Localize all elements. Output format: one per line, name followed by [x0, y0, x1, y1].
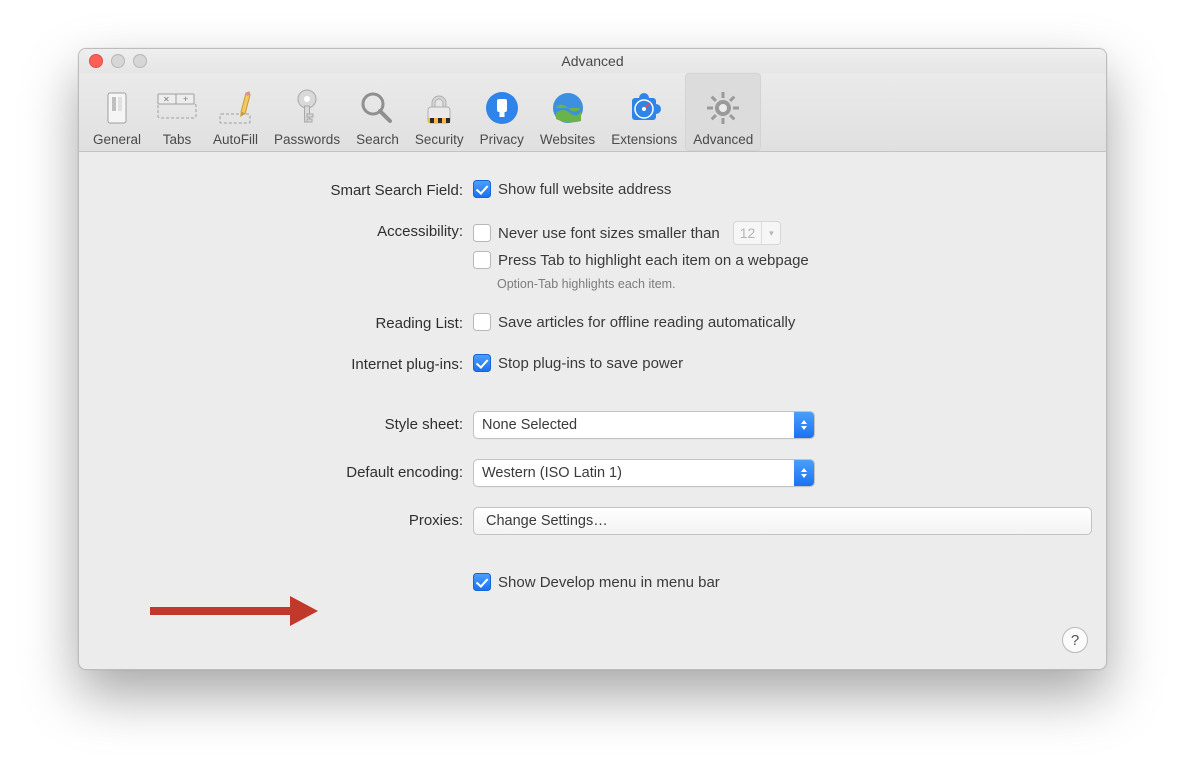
show-full-url-checkbox[interactable]: Show full website address: [473, 180, 1092, 198]
tab-privacy[interactable]: Privacy: [472, 73, 532, 151]
tab-security[interactable]: Security: [407, 73, 472, 151]
reading-list-label: Reading List:: [93, 313, 473, 332]
updown-arrows-icon: [794, 412, 814, 438]
svg-text:✕: ✕: [163, 95, 170, 104]
titlebar: Advanced: [79, 49, 1106, 73]
extensions-icon: [626, 88, 662, 128]
tabs-icon: ✕+: [157, 88, 197, 128]
svg-text:+: +: [183, 94, 188, 104]
chevron-down-icon: ▾: [761, 222, 780, 244]
privacy-icon: [485, 88, 519, 128]
checkbox-label: Show Develop menu in menu bar: [498, 574, 720, 591]
encoding-label: Default encoding:: [93, 459, 473, 481]
tab-label: Passwords: [274, 132, 340, 147]
help-icon: ?: [1071, 632, 1079, 649]
security-icon: [424, 88, 454, 128]
encoding-popup[interactable]: Western (ISO Latin 1): [473, 459, 815, 487]
press-tab-checkbox[interactable]: Press Tab to highlight each item on a we…: [473, 251, 1092, 269]
tab-extensions[interactable]: Extensions: [603, 73, 685, 151]
checkbox-label: Save articles for offline reading automa…: [498, 314, 795, 331]
stop-plugins-checkbox[interactable]: Stop plug-ins to save power: [473, 354, 1092, 372]
tab-tabs[interactable]: ✕+ Tabs: [149, 73, 205, 151]
proxies-label: Proxies:: [93, 507, 473, 529]
checkbox-label: Show full website address: [498, 181, 671, 198]
tab-search[interactable]: Search: [348, 73, 407, 151]
plugins-label: Internet plug-ins:: [93, 354, 473, 373]
tab-label: Security: [415, 132, 464, 147]
tab-general[interactable]: General: [85, 73, 149, 151]
save-offline-checkbox[interactable]: Save articles for offline reading automa…: [473, 313, 1092, 331]
checkbox-icon: [473, 573, 491, 591]
tab-label: Tabs: [163, 132, 192, 147]
popup-value: Western (ISO Latin 1): [474, 460, 794, 486]
preferences-toolbar: General ✕+ Tabs AutoFill Passwords Searc…: [79, 73, 1106, 152]
checkbox-label: Never use font sizes smaller than: [498, 225, 720, 242]
search-icon: [359, 88, 395, 128]
preferences-window: Advanced General ✕+ Tabs AutoFill Passwo…: [78, 48, 1107, 670]
checkbox-icon: [473, 251, 491, 269]
tab-advanced[interactable]: Advanced: [685, 73, 761, 151]
tab-label: Search: [356, 132, 399, 147]
smart-search-label: Smart Search Field:: [93, 180, 473, 199]
general-icon: [103, 88, 131, 128]
tab-label: AutoFill: [213, 132, 258, 147]
passwords-icon: [294, 88, 320, 128]
tab-autofill[interactable]: AutoFill: [205, 73, 266, 151]
button-label: Change Settings…: [486, 513, 608, 529]
tab-label: Websites: [540, 132, 595, 147]
tab-passwords[interactable]: Passwords: [266, 73, 348, 151]
stylesheet-label: Style sheet:: [93, 411, 473, 433]
window-title: Advanced: [79, 53, 1106, 69]
content-area: Smart Search Field: Show full website ad…: [79, 152, 1106, 669]
tab-label: Privacy: [480, 132, 524, 147]
accessibility-label: Accessibility:: [93, 221, 473, 240]
min-font-size-stepper[interactable]: 12 ▾: [733, 221, 782, 245]
checkbox-icon: [473, 180, 491, 198]
checkbox-icon: [473, 224, 491, 242]
advanced-icon: [705, 88, 741, 128]
help-button[interactable]: ?: [1062, 627, 1088, 653]
change-settings-button[interactable]: Change Settings…: [473, 507, 1092, 535]
checkbox-label: Press Tab to highlight each item on a we…: [498, 252, 809, 269]
checkbox-icon: [473, 354, 491, 372]
popup-value: None Selected: [474, 412, 794, 438]
accessibility-hint: Option-Tab highlights each item.: [497, 277, 1092, 291]
tab-label: Advanced: [693, 132, 753, 147]
show-develop-menu-checkbox[interactable]: Show Develop menu in menu bar: [473, 573, 1092, 591]
stylesheet-popup[interactable]: None Selected: [473, 411, 815, 439]
stepper-value: 12: [734, 225, 762, 241]
checkbox-label: Stop plug-ins to save power: [498, 355, 683, 372]
websites-icon: [551, 88, 585, 128]
tab-websites[interactable]: Websites: [532, 73, 603, 151]
tab-label: Extensions: [611, 132, 677, 147]
autofill-icon: [219, 88, 253, 128]
tab-label: General: [93, 132, 141, 147]
checkbox-icon: [473, 313, 491, 331]
updown-arrows-icon: [794, 460, 814, 486]
min-font-size-checkbox[interactable]: Never use font sizes smaller than 12 ▾: [473, 221, 1092, 245]
